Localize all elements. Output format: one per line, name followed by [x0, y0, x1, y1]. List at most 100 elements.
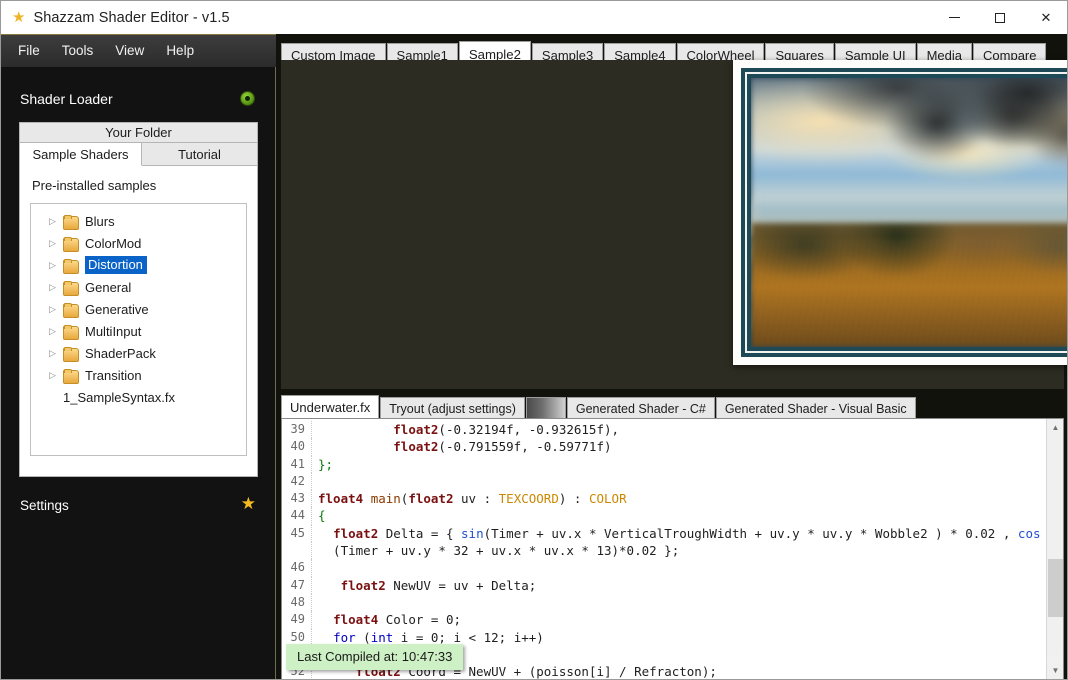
frame-outer-matte [733, 60, 1067, 365]
code-line: 49 float4 Color = 0; [282, 611, 1046, 629]
code-text: float2(-0.32194f, -0.932615f), [393, 422, 620, 437]
menu-item-file[interactable]: File [9, 40, 49, 62]
window-controls: ✕ [931, 1, 1067, 34]
code-line: 45 float2 Delta = { sin(Timer + uv.x * V… [282, 524, 1046, 543]
tree-item-label: MultiInput [85, 323, 142, 339]
chevron-up-icon[interactable]: ▲ [1047, 419, 1063, 436]
code-text: float2 NewUV = uv + Delta; [340, 577, 537, 593]
tree-item-distortion[interactable]: ▷ Distortion [31, 254, 246, 276]
tree-item-transition[interactable]: ▷ Transition [31, 364, 246, 386]
shader-tree[interactable]: ▷ Blurs ▷ ColorMod ▷ Distortion ▷ Genera… [30, 203, 247, 456]
folder-icon [63, 368, 79, 384]
tab-tutorial[interactable]: Tutorial [142, 143, 257, 166]
star-icon: ★ [12, 9, 26, 26]
line-number: 40 [282, 438, 312, 456]
menu-item-tools[interactable]: Tools [53, 40, 103, 62]
tree-item-colormod[interactable]: ▷ ColorMod [31, 232, 246, 254]
tab-tryout[interactable]: Tryout (adjust settings) [380, 397, 525, 419]
code-line: 40 float2(-0.791559f, -0.59771f) [282, 438, 1046, 456]
chevron-right-icon[interactable]: ▷ [49, 326, 63, 336]
tree-item-general[interactable]: ▷ General [31, 276, 246, 298]
code-editor-surface[interactable]: 39 float2(-0.32194f, -0.932615f), 40 floa… [282, 419, 1046, 679]
chevron-down-icon[interactable]: ▼ [1047, 662, 1063, 679]
settings-row[interactable]: Settings ★ [1, 492, 276, 526]
preview-cloud-layer [866, 78, 1067, 181]
preinstalled-samples-label: Pre-installed samples [32, 178, 157, 193]
chevron-right-icon[interactable]: ▷ [49, 282, 63, 292]
sidebar-title: Shader Loader [20, 91, 113, 107]
shader-preview-canvas[interactable] [281, 60, 1067, 389]
folder-icon [63, 280, 79, 296]
line-number [282, 542, 312, 560]
tree-item-generative[interactable]: ▷ Generative [31, 298, 246, 320]
application-window: ★ Shazzam Shader Editor - v1.5 ✕ File To… [0, 0, 1068, 680]
code-lines[interactable]: 39 float2(-0.32194f, -0.932615f), 40 floa… [282, 419, 1046, 679]
folder-icon [63, 236, 79, 252]
tree-item-blurs[interactable]: ▷ Blurs [31, 210, 246, 232]
tree-item-label: General [85, 279, 132, 295]
tab-sample-shaders[interactable]: Sample Shaders [20, 143, 142, 166]
chevron-right-icon[interactable]: ▷ [49, 370, 63, 380]
line-number: 48 [282, 593, 312, 612]
editor-vertical-scrollbar[interactable]: ▲ ▼ [1046, 419, 1063, 679]
folder-icon [63, 346, 79, 362]
close-button[interactable]: ✕ [1023, 1, 1067, 34]
code-text: float4 main(float2 uv : TEXCOORD) : COLO… [318, 491, 627, 507]
editor-tab-bar: Underwater.fx Tryout (adjust settings) G… [276, 392, 1067, 419]
tree-item-label: ShaderPack [85, 345, 156, 361]
close-icon: ✕ [1040, 9, 1052, 25]
menu-bar: File Tools View Help [1, 34, 276, 67]
folder-icon [63, 214, 79, 230]
code-line: 46 [282, 559, 1046, 577]
tree-item-multiinput[interactable]: ▷ MultiInput [31, 320, 246, 342]
tree-item-sample-syntax-file[interactable]: 1_SampleSyntax.fx [31, 386, 246, 408]
frame-teal-matte [741, 68, 1067, 357]
scrollbar-thumb[interactable] [1048, 559, 1063, 617]
code-text: (Timer + uv.y * 32 + uv.x * uv.x * 13)*0… [318, 543, 680, 559]
minimize-icon [948, 17, 960, 18]
chevron-right-icon[interactable]: ▷ [49, 216, 63, 226]
frame-inner-line [745, 72, 1067, 353]
your-folder-tab[interactable]: Your Folder [20, 123, 257, 143]
code-text: float2 Delta = { sin(Timer + uv.x * Vert… [333, 525, 1041, 541]
last-compiled-toast: Last Compiled at: 10:47:33 [286, 644, 464, 670]
shader-loader-sidebar: Shader Loader Your Folder Sample Shaders… [1, 67, 276, 679]
preview-distortion-streaks [751, 239, 1067, 347]
code-line: 41}; [282, 455, 1046, 473]
line-number: 49 [282, 611, 312, 629]
menu-item-help[interactable]: Help [157, 40, 203, 62]
chevron-right-icon[interactable]: ▷ [49, 260, 63, 270]
star-icon[interactable]: ★ [241, 495, 256, 512]
line-number: 45 [282, 524, 312, 543]
minimize-button[interactable] [931, 1, 977, 34]
code-line: 42 [282, 472, 1046, 491]
folder-icon [63, 324, 79, 340]
tab-gradient-swatch[interactable] [525, 397, 566, 419]
code-line: 44 { [282, 507, 1046, 525]
maximize-button[interactable] [977, 1, 1023, 34]
tab-generated-csharp[interactable]: Generated Shader - C# [566, 397, 715, 419]
code-line: (Timer + uv.y * 32 + uv.x * uv.x * 13)*0… [282, 542, 1046, 560]
tab-sample-shaders-label: Sample Shaders [32, 146, 129, 162]
menu-item-view[interactable]: View [106, 40, 153, 62]
sidebar-subtabs: Sample Shaders Tutorial [20, 143, 257, 166]
tab-generated-vb[interactable]: Generated Shader - Visual Basic [715, 397, 916, 419]
line-number: 43 [282, 490, 312, 508]
title-bar: ★ Shazzam Shader Editor - v1.5 ✕ [1, 1, 1067, 34]
line-number: 46 [282, 559, 312, 577]
code-editor[interactable]: 39 float2(-0.32194f, -0.932615f), 40 floa… [281, 418, 1064, 679]
code-line: 39 float2(-0.32194f, -0.932615f), [282, 421, 1046, 439]
chevron-right-icon[interactable]: ▷ [49, 348, 63, 358]
your-folder-tab-label: Your Folder [105, 125, 172, 140]
tree-item-shaderpack[interactable]: ▷ ShaderPack [31, 342, 246, 364]
line-number: 44 [282, 507, 312, 525]
tab-underwater-fx[interactable]: Underwater.fx [281, 395, 380, 419]
tree-item-label: ColorMod [85, 235, 142, 251]
chevron-right-icon[interactable]: ▷ [49, 238, 63, 248]
chevron-right-icon[interactable]: ▷ [49, 304, 63, 314]
preview-image [751, 78, 1067, 347]
power-icon[interactable] [240, 91, 255, 106]
